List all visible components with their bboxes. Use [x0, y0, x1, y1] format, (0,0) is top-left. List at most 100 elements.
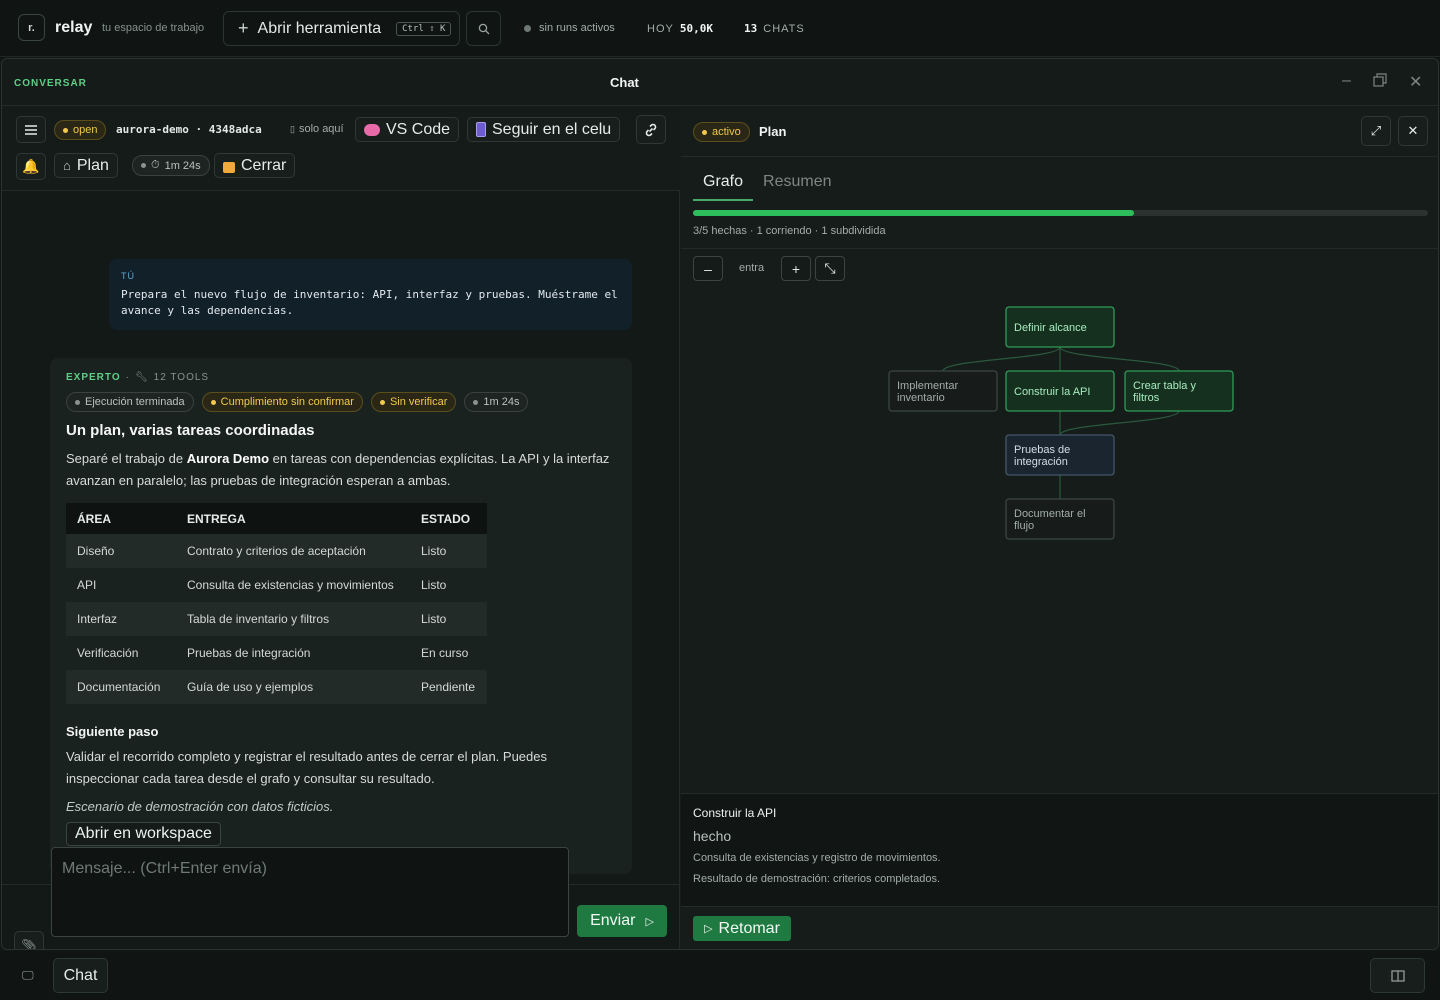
close-window-icon[interactable]: ✕ [1409, 72, 1422, 92]
status-badge: Ejecución terminada [66, 392, 194, 412]
chats-count[interactable]: 13 CHATS [744, 22, 805, 35]
split-panel-icon [1390, 969, 1405, 982]
table-cell: Listo [410, 602, 487, 636]
assistant-role: EXPERTO [66, 372, 121, 383]
runs-status: sin runs activos [524, 22, 615, 34]
graph-node[interactable]: Crear tabla yfiltros [1124, 370, 1234, 412]
project-name: Aurora Demo [186, 451, 270, 466]
plan-button[interactable]: ⌂ Plan [54, 153, 118, 178]
shortcut-hint: Ctrl ⇧ K [396, 21, 452, 36]
assistant-status-pills: Ejecución terminada Cumplimiento sin con… [66, 392, 616, 412]
search-icon [478, 23, 489, 34]
send-button[interactable]: Enviar ▷ [577, 905, 667, 937]
table-cell: Contrato y criterios de aceptación [176, 534, 410, 568]
session-status-badge: open [54, 120, 107, 140]
brand-tagline: tu espacio de trabajo [102, 22, 205, 34]
plan-header: activo Plan ⤢ ✕ [681, 107, 1438, 157]
graph-node-label: Documentar el [1014, 508, 1086, 520]
status-dot-icon [210, 399, 216, 405]
graph-node-label: flujo [1014, 520, 1034, 532]
resume-button[interactable]: ▷ Retomar [693, 916, 791, 941]
close-plan-button[interactable]: ✕ [1398, 116, 1428, 146]
status-badge-text: Ejecución terminada [85, 396, 185, 408]
table-cell: Documentación [66, 670, 176, 704]
top-bar: r. relay tu espacio de trabajo + Abrir h… [0, 0, 1440, 57]
vscode-button[interactable]: VS Code [355, 117, 460, 142]
session-status-text: open [73, 124, 98, 136]
graph-node-label: Construir la API [1014, 386, 1090, 398]
wrench-icon: 🔧︎ [134, 372, 149, 383]
table-cell: Consulta de existencias y movimientos [176, 568, 410, 602]
follow-mobile-button[interactable]: Seguir en el celu [467, 117, 621, 142]
chat-window: CONVERSAR Chat – ✕ open aurora-demo · 43… [1, 58, 1439, 950]
status-dot-icon [473, 399, 479, 405]
table-cell: Listo [410, 534, 487, 568]
graph-edge [1059, 346, 1180, 372]
maximize-icon[interactable] [1373, 73, 1387, 92]
chat-pane: open aurora-demo · 4348adca ▯ solo aquí V… [2, 107, 680, 949]
brand-name: relay [55, 19, 93, 36]
graph-node[interactable]: Definir alcance [1005, 306, 1115, 348]
user-message-author: TÚ [121, 271, 135, 281]
next-step-title: Siguiente paso [66, 724, 159, 739]
table-cell: Pruebas de integración [176, 636, 410, 670]
status-dot-icon [75, 399, 80, 405]
expand-plan-button[interactable]: ⤢ [1361, 116, 1391, 146]
graph-node[interactable]: Construir la API [1005, 370, 1115, 412]
table-row: Verificación Pruebas de integración En cur… [66, 636, 487, 670]
user-message-text: Prepara el nuevo flujo de inventario: AP… [121, 288, 618, 317]
table-cell: Diseño [66, 534, 176, 568]
timer-text: 1m 24s [164, 159, 201, 172]
deliverables-table: ÁREA ENTREGA ESTADO Diseño Contrato y cri… [66, 503, 487, 704]
play-icon: ▷ [704, 923, 713, 935]
open-tool-button[interactable]: + Abrir herramienta Ctrl ⇧ K [223, 11, 460, 46]
open-workspace-button[interactable]: Abrir en workspace [66, 822, 221, 846]
notifications-button[interactable]: 🔔 [16, 153, 46, 180]
scope-text: solo aquí [298, 123, 344, 135]
mobile-icon [476, 122, 486, 137]
status-badge: Cumplimiento sin confirmar [201, 392, 363, 412]
intro-text: Separé el trabajo de [66, 451, 187, 466]
close-session-button[interactable]: Cerrar [214, 153, 296, 178]
graph-node-label: Definir alcance [1014, 322, 1087, 334]
status-badge: Sin verificar [370, 392, 457, 412]
status-badge: 1m 24s [464, 392, 529, 412]
close-session-label: Cerrar [241, 156, 287, 174]
graph-node[interactable]: Documentar elflujo [1005, 498, 1115, 540]
status-dot-icon [379, 399, 385, 405]
status-dot-icon [63, 127, 68, 133]
status-dot-icon [524, 24, 531, 32]
attach-button[interactable]: 📎︎ [14, 931, 44, 949]
plan-title: Plan [759, 124, 787, 139]
graph-edge [942, 346, 1061, 372]
search-button[interactable] [466, 11, 501, 46]
task-detail-line: Resultado de demostración: criterios com… [693, 873, 941, 885]
hamburger-icon [25, 124, 37, 135]
table-row: Diseño Contrato y criterios de aceptación… [66, 534, 487, 568]
tab-resumen[interactable]: Resumen [753, 173, 841, 201]
vscode-label: VS Code [386, 120, 451, 138]
bottom-bar: 🖵︎ Chat [0, 951, 1440, 1000]
table-cell: API [66, 568, 176, 602]
link-icon [645, 123, 657, 136]
table-cell: Pendiente [410, 670, 487, 704]
app-logo[interactable]: r. [18, 14, 45, 41]
plus-icon: + [238, 18, 249, 38]
bell-icon: 🔔 [22, 158, 40, 174]
graph-node[interactable]: Pruebas deintegración [1005, 434, 1115, 476]
link-button[interactable] [636, 115, 666, 144]
tab-grafo[interactable]: Grafo [693, 173, 754, 201]
minimize-icon[interactable]: – [1342, 72, 1351, 90]
assistant-message: EXPERTO · 🔧︎ 12 TOOLS Ejecución terminad… [50, 358, 632, 874]
message-input[interactable]: Mensaje... (Ctrl+Enter envía) [51, 847, 569, 937]
plan-status-badge: activo [693, 122, 750, 142]
assistant-intro: Separé el trabajo de Aurora Demo en tare… [66, 448, 616, 492]
elapsed-timer: ⏱ 1m 24s [132, 155, 210, 176]
close-icon: ✕ [1407, 123, 1419, 138]
toggle-panel-button[interactable] [1370, 958, 1425, 993]
bottom-tab-chat[interactable]: Chat [53, 958, 108, 993]
graph-node[interactable]: Implementarinventario [888, 370, 998, 412]
monitor-icon[interactable]: 🖵︎ [22, 968, 34, 983]
chats-count-value: 13 [744, 22, 758, 35]
menu-button[interactable] [16, 116, 46, 143]
